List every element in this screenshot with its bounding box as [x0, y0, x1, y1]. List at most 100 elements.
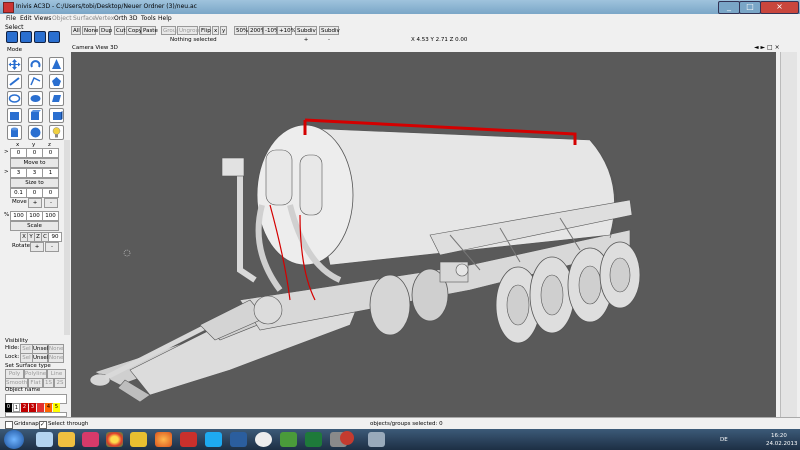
skype-icon[interactable] [205, 432, 222, 447]
zoom-minus10-button[interactable]: -10% [263, 26, 279, 35]
excel-icon[interactable] [305, 432, 322, 447]
light-tool-icon[interactable] [49, 125, 64, 140]
polyline-tool-icon[interactable] [28, 74, 43, 89]
subdiv-plus-button[interactable]: Subdiv + [295, 26, 317, 43]
cylinder-tool-icon[interactable] [7, 125, 22, 140]
color-swatch-1[interactable]: 1 [13, 403, 20, 412]
color-swatch-4[interactable]: 4 [45, 403, 52, 412]
expand-arrow-icon[interactable]: > [4, 169, 9, 175]
explorer-icon[interactable] [36, 432, 53, 447]
select-vertex-button[interactable] [6, 31, 18, 43]
move-minus-button[interactable]: - [44, 198, 58, 208]
select-through-checkbox[interactable]: ✓ [39, 421, 47, 429]
menu-surface[interactable]: Surface [73, 15, 96, 22]
select-surface-button[interactable] [20, 31, 32, 43]
paste-button[interactable]: Paste [141, 26, 158, 35]
menu-tools[interactable]: Tools [141, 15, 156, 22]
lock-none-button[interactable]: None [48, 353, 64, 363]
gridsnap-checkbox[interactable] [5, 421, 13, 429]
move-to-y-field[interactable]: 0 [26, 148, 43, 158]
move-y-field[interactable]: 0 [26, 188, 43, 198]
color-swatch-0[interactable]: 0 [5, 403, 12, 412]
menu-edit[interactable]: Edit [20, 15, 32, 22]
menu-orth[interactable]: Orth [114, 15, 127, 22]
ac3d-taskbar-icon[interactable] [340, 431, 354, 445]
network-share-icon[interactable] [368, 432, 385, 447]
scale-z-field[interactable]: 100 [42, 211, 59, 221]
zoom-50-button[interactable]: 50% [234, 26, 248, 35]
move-tool-icon[interactable] [7, 57, 22, 72]
flip-y-button[interactable]: y [220, 26, 227, 35]
flip-button[interactable]: Flip [199, 26, 211, 35]
two-sided-button[interactable]: 2S [54, 378, 66, 388]
menu-3d[interactable]: 3D [129, 15, 137, 22]
cube-tool-icon[interactable] [28, 108, 43, 123]
zoom-200-button[interactable]: 200% [248, 26, 266, 35]
left-panel-scrollbar[interactable] [64, 140, 70, 335]
size-y-field[interactable]: 3 [26, 168, 43, 178]
viewport-scrollbar[interactable] [780, 52, 797, 417]
rotate-angle-field[interactable]: 90 [48, 232, 62, 242]
rotate-plus-button[interactable]: + [30, 242, 44, 252]
subdiv-minus-button[interactable]: Subdiv - [319, 26, 340, 43]
lock-unsel-button[interactable]: Unsel [32, 353, 48, 363]
color-swatch-5[interactable]: 5 [53, 403, 60, 412]
move-plus-button[interactable]: + [28, 198, 42, 208]
language-indicator[interactable]: DE [720, 437, 728, 443]
size-z-field[interactable]: 1 [42, 168, 59, 178]
menu-vertex[interactable]: Vertex [95, 15, 114, 22]
group-button[interactable]: Group [161, 26, 180, 35]
color-swatch-3[interactable]: 3 [29, 403, 36, 412]
move-x-field[interactable]: 0.1 [10, 188, 27, 198]
folder-icon[interactable] [58, 432, 75, 447]
size-to-button[interactable]: Size to [10, 178, 59, 188]
move-to-x-field[interactable]: 0 [10, 148, 27, 158]
ellipse-tool-icon[interactable] [7, 91, 22, 106]
start-button[interactable] [4, 430, 24, 449]
ungroup-button[interactable]: Ungroup [177, 26, 203, 35]
disc-tool-icon[interactable] [28, 91, 43, 106]
box-tool-icon[interactable] [7, 108, 22, 123]
size-x-field[interactable]: 3 [10, 168, 27, 178]
rotate-minus-button[interactable]: - [45, 242, 59, 252]
move-to-z-field[interactable]: 0 [42, 148, 59, 158]
cut-button[interactable]: Cut [114, 26, 125, 35]
select-object-button[interactable] [34, 31, 46, 43]
zoom-plus10-button[interactable]: +10% [277, 26, 296, 35]
network-icon[interactable] [230, 432, 247, 447]
duplicate-button[interactable]: Dup [99, 26, 112, 35]
firefox-icon[interactable] [155, 432, 172, 447]
maximize-button[interactable]: □ [739, 1, 761, 14]
polygon-tool-icon[interactable] [49, 74, 64, 89]
cube2-tool-icon[interactable] [49, 108, 64, 123]
rotate-tool-icon[interactable] [28, 57, 43, 72]
one-sided-button[interactable]: 1S [43, 378, 54, 388]
mesh-tool-icon[interactable] [49, 91, 64, 106]
select-none-button[interactable]: None [82, 26, 98, 35]
menu-help[interactable]: Help [158, 15, 172, 22]
menu-views[interactable]: Views [34, 15, 51, 22]
viewport-controls[interactable]: ◄ ► □ × [754, 44, 780, 51]
flip-x-button[interactable]: x [212, 26, 219, 35]
app-icon-pink[interactable] [82, 432, 99, 447]
select-all-button[interactable]: All [71, 26, 81, 35]
color-swatch-red[interactable] [37, 403, 44, 412]
scale-x-field[interactable]: 100 [10, 211, 27, 221]
chrome-icon[interactable] [106, 432, 123, 447]
k-app-icon[interactable] [255, 432, 272, 447]
copy-button[interactable]: Copy [126, 26, 142, 35]
tool-icon[interactable] [130, 432, 147, 447]
utorrent-icon[interactable] [280, 432, 297, 447]
menu-object[interactable]: Object [52, 15, 72, 22]
3d-viewport[interactable] [71, 52, 776, 417]
line-tool-icon[interactable] [7, 74, 22, 89]
cone-tool-icon[interactable] [49, 57, 64, 72]
color-swatch-2[interactable]: 2 [21, 403, 28, 412]
close-button[interactable]: × [760, 1, 799, 14]
move-z-field[interactable]: 0 [42, 188, 59, 198]
move-to-button[interactable]: Move to [10, 158, 59, 168]
select-group-button[interactable] [48, 31, 60, 43]
expand-arrow-icon[interactable]: > [4, 149, 9, 155]
sphere-tool-icon[interactable] [28, 125, 43, 140]
scale-y-field[interactable]: 100 [26, 211, 43, 221]
